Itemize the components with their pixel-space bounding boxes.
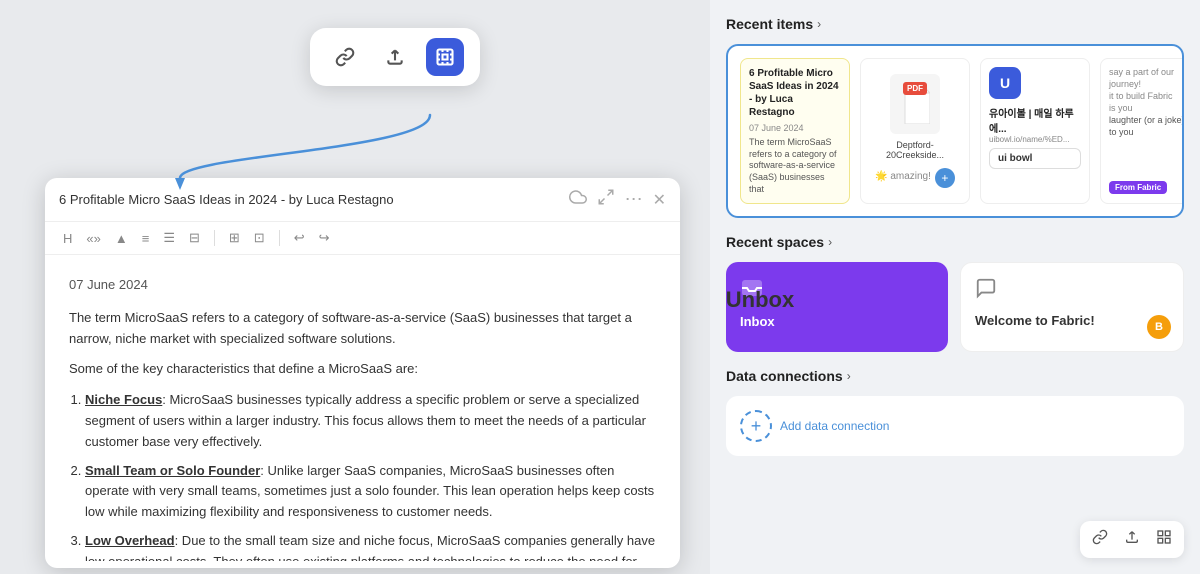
document-content: 07 June 2024 The term MicroSaaS refers t… — [45, 255, 680, 561]
unbox-label: Unbox — [700, 240, 820, 360]
document-paragraph-2: Some of the key characteristics that def… — [69, 359, 656, 380]
fabric-badge: From Fabric — [1109, 181, 1167, 194]
document-date: 07 June 2024 — [69, 275, 656, 296]
list-item-2-title: Small Team or Solo Founder — [85, 463, 260, 478]
korean-avatar: U — [989, 67, 1021, 99]
recent-items-header: Recent items › — [726, 16, 1184, 32]
welcome-space[interactable]: Welcome to Fabric! B — [960, 262, 1184, 352]
toolbar-ordered-list[interactable]: ☰ — [159, 228, 179, 248]
list-item-1-text: : MicroSaaS businesses typically address… — [85, 392, 646, 449]
data-connections-arrow[interactable]: › — [847, 369, 851, 383]
document-header-icons: ⋯ ✕ — [569, 188, 666, 211]
add-connection-button[interactable]: + Add data connection — [740, 410, 1170, 442]
toolbar-divider2 — [279, 230, 280, 246]
toolbar-list[interactable]: ≡ — [138, 229, 154, 248]
list-item-3-title: Low Overhead — [85, 533, 175, 548]
fabric-line-3: it to build Fabric — [1109, 91, 1184, 101]
welcome-icon — [975, 277, 1169, 305]
list-item-1-title: Niche Focus — [85, 392, 162, 407]
recent-item-korean[interactable]: U 유아이볼 | 매일 하루에... uibowl.io/name/%ED...… — [980, 58, 1090, 204]
expand-icon[interactable] — [597, 188, 615, 211]
document-toolbar: H «» ▲ ≡ ☰ ⊟ ⊞ ⊡ ↩ ↪ — [45, 222, 680, 255]
recent-item-article[interactable]: 6 Profitable Micro SaaS Ideas in 2024 - … — [740, 58, 850, 204]
data-connections-header: Data connections › — [726, 368, 1184, 384]
fabric-line-6: to you — [1109, 127, 1184, 137]
toolbar-undo[interactable]: ↩ — [290, 228, 309, 248]
document-header: 6 Profitable Micro SaaS Ideas in 2024 - … — [45, 178, 680, 222]
toolbar-triangle[interactable]: ▲ — [111, 229, 132, 248]
link-tool-button[interactable] — [326, 38, 364, 76]
pdf-badge: PDF — [903, 82, 927, 95]
pdf-tag: 🌟 amazing! — [875, 171, 931, 182]
add-connection-label: Add data connection — [780, 419, 889, 433]
recent-items-arrow[interactable]: › — [817, 17, 821, 31]
recent-items-title: Recent items — [726, 16, 813, 32]
article-snippet: The term MicroSaaS refers to a category … — [749, 137, 841, 195]
korean-url: uibowl.io/name/%ED... — [989, 135, 1081, 144]
fabric-line-4: is you — [1109, 103, 1184, 113]
cloud-icon[interactable] — [569, 188, 587, 211]
recent-items-card: 6 Profitable Micro SaaS Ideas in 2024 - … — [726, 44, 1184, 218]
document-list: Niche Focus: MicroSaaS businesses typica… — [69, 390, 656, 561]
article-date: 07 June 2024 — [749, 123, 841, 133]
list-item-3: Low Overhead: Due to the small team size… — [85, 531, 656, 561]
recent-item-fabric[interactable]: say a part of our journey! it to build F… — [1100, 58, 1184, 204]
data-connections-title: Data connections — [726, 368, 843, 384]
bottom-upload-icon[interactable] — [1124, 529, 1140, 550]
data-connections-card: + Add data connection — [726, 396, 1184, 456]
bottom-link-icon[interactable] — [1092, 529, 1108, 550]
unbox-tool-button[interactable] — [426, 38, 464, 76]
fabric-line-2: journey! — [1109, 79, 1184, 89]
fabric-line-1: say a part of our — [1109, 67, 1184, 77]
left-area: 6 Profitable Micro SaaS Ideas in 2024 - … — [0, 0, 700, 574]
add-connection-circle: + — [740, 410, 772, 442]
list-item-2: Small Team or Solo Founder: Unlike large… — [85, 461, 656, 523]
more-icon[interactable]: ⋯ — [625, 189, 643, 210]
document-panel: 6 Profitable Micro SaaS Ideas in 2024 - … — [45, 178, 680, 568]
recent-item-pdf[interactable]: PDF Deptford-20Creekside... 🌟 amazing! + — [860, 58, 970, 204]
bottom-grid-icon[interactable] — [1156, 529, 1172, 550]
pdf-icon: PDF — [890, 74, 940, 134]
document-title: 6 Profitable Micro SaaS Ideas in 2024 - … — [59, 192, 561, 207]
toolbar-table[interactable]: ⊞ — [225, 228, 244, 248]
article-title: 6 Profitable Micro SaaS Ideas in 2024 - … — [749, 67, 841, 119]
welcome-label: Welcome to Fabric! — [975, 313, 1169, 328]
toolbar-quote[interactable]: «» — [82, 229, 104, 248]
toolbar-media[interactable]: ⊡ — [250, 228, 269, 248]
recent-spaces-arrow[interactable]: › — [828, 235, 832, 249]
fabric-line-5: laughter (or a joke) — [1109, 115, 1184, 125]
document-paragraph-1: The term MicroSaaS refers to a category … — [69, 308, 656, 350]
welcome-badge: B — [1147, 315, 1171, 339]
close-icon[interactable]: ✕ — [653, 190, 666, 210]
toolbar-divider — [214, 230, 215, 246]
toolbar-redo[interactable]: ↪ — [315, 228, 334, 248]
floating-toolbar — [310, 28, 480, 86]
list-item-1: Niche Focus: MicroSaaS businesses typica… — [85, 390, 656, 452]
uibowl-button[interactable]: ui bowl — [989, 148, 1081, 169]
bottom-toolbar — [1080, 521, 1184, 558]
korean-title: 유아이볼 | 매일 하루에... — [989, 105, 1081, 135]
upload-tool-button[interactable] — [376, 38, 414, 76]
pdf-label: Deptford-20Creekside... — [869, 140, 961, 160]
toolbar-heading[interactable]: H — [59, 229, 76, 248]
pdf-add-button[interactable]: + — [935, 168, 955, 188]
toolbar-grid1[interactable]: ⊟ — [185, 228, 204, 248]
